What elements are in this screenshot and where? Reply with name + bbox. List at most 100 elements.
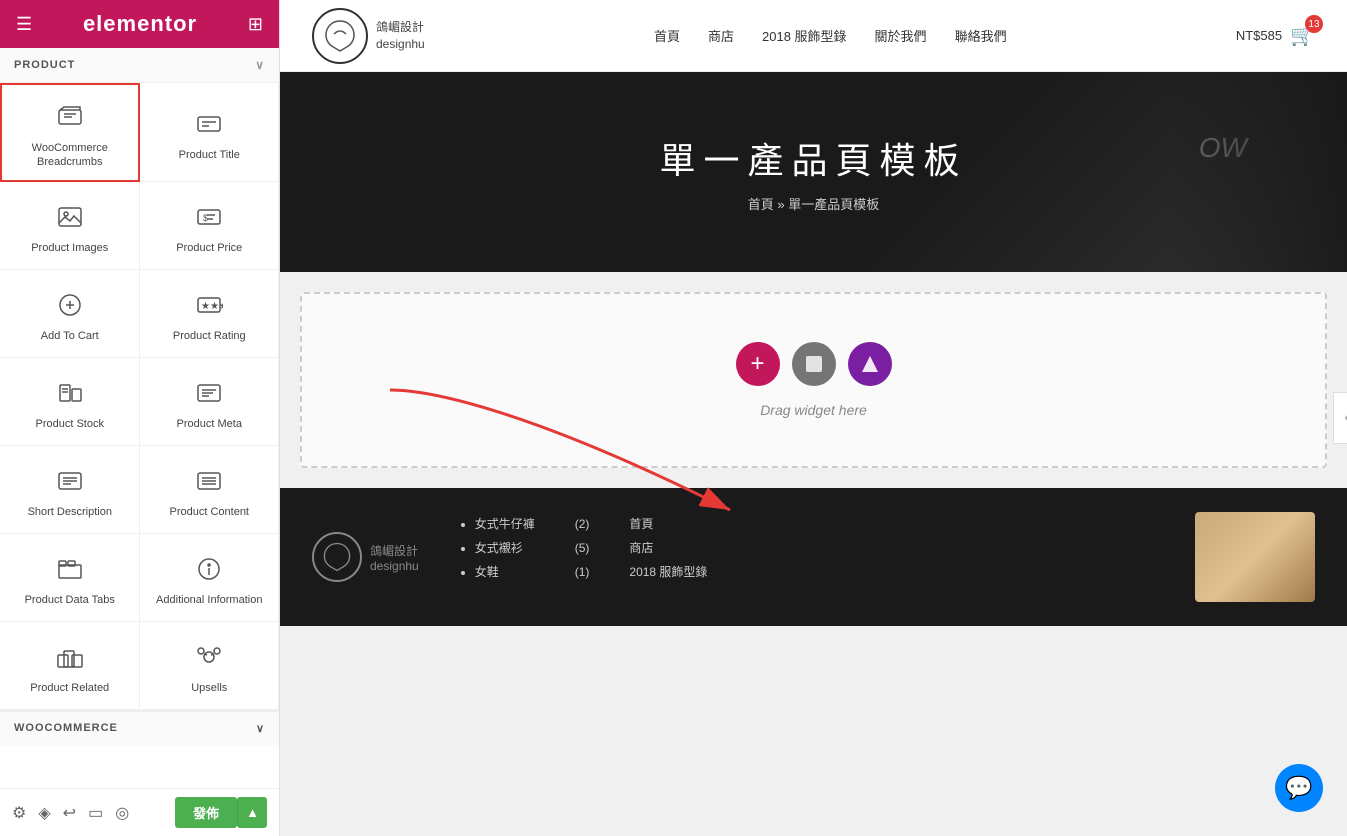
additional-information-icon <box>191 551 227 587</box>
nav-link-shop[interactable]: 商店 <box>708 26 734 45</box>
widget-additional-information[interactable]: Additional Information <box>140 534 280 622</box>
widget-label-additional-information: Additional Information <box>156 593 262 607</box>
footer-logo: 鴿嵋設計 designhu <box>312 512 419 602</box>
elementor-logo: elementor <box>83 11 197 37</box>
drag-circle-icon <box>792 342 836 386</box>
footer-count-3: (1) <box>575 560 590 584</box>
footer-count-2: (5) <box>575 536 590 560</box>
messenger-button[interactable]: 💬 <box>1275 764 1323 812</box>
widget-label-product-rating: Product Rating <box>173 329 246 343</box>
main-content: 鴿嵋設計 designhu 首頁 商店 2018 服飾型錄 關於我們 聯絡我們 … <box>280 0 1347 836</box>
page-footer: 鴿嵋設計 designhu 女式牛仔褲 女式襯衫 女鞋 (2) (5) (1) … <box>280 488 1347 626</box>
widget-label-product-related: Product Related <box>30 681 109 695</box>
widget-label-upsells: Upsells <box>191 681 227 695</box>
nav-link-contact[interactable]: 聯絡我們 <box>955 26 1007 45</box>
site-logo-icon <box>312 8 368 64</box>
footer-counts: (2) (5) (1) <box>575 512 590 602</box>
hero-banner: 單一產品頁模板 首頁 » 單一產品頁模板 OW <box>280 72 1347 272</box>
widget-label-product-price: Product Price <box>176 241 242 255</box>
drag-arrow-icon <box>848 342 892 386</box>
widget-add-to-cart[interactable]: Add To Cart <box>0 270 140 358</box>
footer-link-2[interactable]: 女式襯衫 <box>475 536 535 560</box>
woocommerce-section-header[interactable]: WOOCOMMERCE ∨ <box>0 711 279 745</box>
widget-product-data-tabs[interactable]: Product Data Tabs <box>0 534 140 622</box>
undo-icon[interactable]: ↩ <box>63 803 76 823</box>
woocommerce-breadcrumbs-icon <box>52 99 88 135</box>
footer-logo-text: 鴿嵋設計 designhu <box>370 542 419 573</box>
top-nav: 鴿嵋設計 designhu 首頁 商店 2018 服飾型錄 關於我們 聯絡我們 … <box>280 0 1347 72</box>
footer-nav: 首頁 商店 2018 服飾型錄 <box>629 512 707 602</box>
hamburger-icon[interactable]: ☰ <box>16 14 32 35</box>
widget-upsells[interactable]: Upsells <box>140 622 280 710</box>
widget-product-rating[interactable]: ★★★ Product Rating <box>140 270 280 358</box>
woocommerce-chevron-icon: ∨ <box>256 722 265 735</box>
responsive-icon[interactable]: ▭ <box>88 803 103 823</box>
hero-title: 單一產品頁模板 <box>659 132 967 184</box>
woocommerce-section-label: WOOCOMMERCE <box>14 722 118 734</box>
widget-product-meta[interactable]: Product Meta <box>140 358 280 446</box>
widget-product-related[interactable]: Product Related <box>0 622 140 710</box>
short-description-icon <box>52 463 88 499</box>
product-title-icon <box>191 106 227 142</box>
widget-label-add-to-cart: Add To Cart <box>41 329 99 343</box>
widget-label-product-content: Product Content <box>170 505 250 519</box>
widget-product-title[interactable]: Product Title <box>140 83 280 182</box>
product-section-label: PRODUCT <box>14 59 75 71</box>
widget-product-images[interactable]: Product Images <box>0 182 140 270</box>
publish-arrow-button[interactable]: ▲ <box>237 797 267 828</box>
site-logo-text: 鴿嵋設計 designhu <box>376 19 425 53</box>
widget-label-product-data-tabs: Product Data Tabs <box>25 593 115 607</box>
add-widget-button[interactable]: + <box>736 342 780 386</box>
sidebar: ☰ elementor ⊞ PRODUCT ∨ WooComme <box>0 0 280 836</box>
drag-area-wrapper: + Drag widget here <box>280 272 1347 488</box>
product-chevron-icon: ∨ <box>255 58 265 72</box>
drag-text: Drag widget here <box>760 402 867 418</box>
grid-icon[interactable]: ⊞ <box>248 14 263 35</box>
product-meta-icon <box>191 375 227 411</box>
footer-count-1: (2) <box>575 512 590 536</box>
widget-label-product-stock: Product Stock <box>36 417 104 431</box>
footer-link-1[interactable]: 女式牛仔褲 <box>475 512 535 536</box>
eye-icon[interactable]: ◎ <box>115 803 129 823</box>
upsells-icon <box>191 639 227 675</box>
product-content-icon <box>191 463 227 499</box>
widget-product-price[interactable]: $ Product Price <box>140 182 280 270</box>
drag-icons: + <box>736 342 892 386</box>
cart-price: NT$585 <box>1236 28 1282 43</box>
svg-text:★★★: ★★★ <box>201 301 223 312</box>
widget-label-product-meta: Product Meta <box>177 417 242 431</box>
nav-link-home[interactable]: 首頁 <box>654 26 680 45</box>
footer-thumbnail <box>1195 512 1315 602</box>
sidebar-footer: ⚙ ◈ ↩ ▭ ◎ 發佈 ▲ <box>0 788 279 836</box>
footer-nav-link-2[interactable]: 商店 <box>629 536 707 560</box>
product-stock-icon <box>52 375 88 411</box>
widget-short-description[interactable]: Short Description <box>0 446 140 534</box>
messenger-icon: 💬 <box>1285 775 1312 801</box>
publish-button[interactable]: 發佈 <box>175 797 237 828</box>
footer-links: 女式牛仔褲 女式襯衫 女鞋 <box>459 512 535 602</box>
drag-area: + Drag widget here <box>300 292 1327 468</box>
widget-label-short-description: Short Description <box>28 505 112 519</box>
settings-icon[interactable]: ⚙ <box>12 803 26 823</box>
footer-logo-icon <box>312 532 362 582</box>
sidebar-scroll: PRODUCT ∨ WooCommerceBreadcrumbs <box>0 48 279 788</box>
nav-link-catalog[interactable]: 2018 服飾型錄 <box>762 26 847 45</box>
widget-woocommerce-breadcrumbs[interactable]: WooCommerceBreadcrumbs <box>0 83 140 182</box>
footer-nav-link-3[interactable]: 2018 服飾型錄 <box>629 560 707 584</box>
widget-product-content[interactable]: Product Content <box>140 446 280 534</box>
product-section-header[interactable]: PRODUCT ∨ <box>0 48 279 83</box>
add-to-cart-icon <box>52 287 88 323</box>
footer-nav-link-1[interactable]: 首頁 <box>629 512 707 536</box>
nav-link-about[interactable]: 關於我們 <box>875 26 927 45</box>
product-data-tabs-icon <box>52 551 88 587</box>
widget-label-breadcrumbs: WooCommerceBreadcrumbs <box>32 141 108 170</box>
sidebar-header: ☰ elementor ⊞ <box>0 0 279 48</box>
layers-icon[interactable]: ◈ <box>38 803 50 823</box>
hero-breadcrumb: 首頁 » 單一產品頁模板 <box>748 194 879 213</box>
cart-badge: 13 <box>1305 15 1323 33</box>
product-images-icon <box>52 199 88 235</box>
widget-grid: WooCommerceBreadcrumbs Product Title <box>0 83 279 711</box>
cart-button[interactable]: NT$585 🛒 13 <box>1236 23 1315 48</box>
footer-link-3[interactable]: 女鞋 <box>475 560 535 584</box>
widget-product-stock[interactable]: Product Stock <box>0 358 140 446</box>
